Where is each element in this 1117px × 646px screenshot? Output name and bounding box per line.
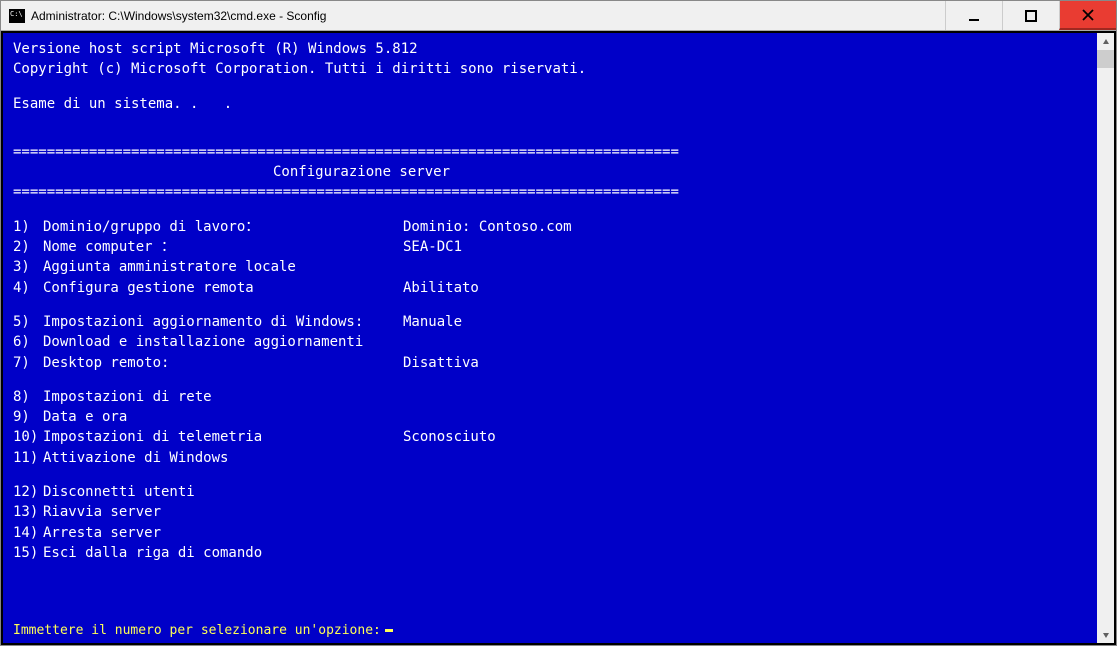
section-title: Configurazione server [273, 162, 450, 182]
divider-bottom: ========================================… [13, 182, 1087, 202]
menu-item-8: 8) Impostazioni di rete [13, 387, 1087, 407]
header-line-3: Esame di un sistema. . . [13, 94, 1087, 114]
header-line-1: Versione host script Microsoft (R) Windo… [13, 39, 1087, 59]
prompt-text: Immettere il numero per selezionare un'o… [13, 622, 381, 641]
scroll-thumb[interactable] [1097, 50, 1114, 68]
maximize-icon [1025, 10, 1037, 22]
chevron-down-icon [1102, 631, 1110, 639]
menu-item-14: 14) Arresta server [13, 523, 1087, 543]
titlebar[interactable]: Administrator: C:\Windows\system32\cmd.e… [1, 1, 1116, 31]
cmd-icon [9, 9, 25, 23]
menu-item-9: 9) Data e ora [13, 407, 1087, 427]
menu-item-11: 11) Attivazione di Windows [13, 448, 1087, 468]
header-line-2: Copyright (c) Microsoft Corporation. Tut… [13, 59, 1087, 79]
cmd-window: Administrator: C:\Windows\system32\cmd.e… [0, 0, 1117, 646]
scroll-up-button[interactable] [1097, 33, 1114, 50]
minimize-button[interactable] [945, 1, 1002, 30]
menu-item-12: 12) Disconnetti utenti [13, 482, 1087, 502]
scroll-track[interactable] [1097, 68, 1114, 626]
menu-item-5: 5) Impostazioni aggiornamento di Windows… [13, 312, 1087, 332]
menu-item-2: 2) Nome computer ： SEA-DC1 [13, 237, 1087, 257]
window-title: Administrator: C:\Windows\system32\cmd.e… [31, 9, 326, 23]
menu-item-10: 10) Impostazioni di telemetria Sconosciu… [13, 427, 1087, 447]
console-area: Versione host script Microsoft (R) Windo… [1, 31, 1116, 645]
chevron-up-icon [1102, 38, 1110, 46]
titlebar-buttons [945, 1, 1116, 31]
console-output[interactable]: Versione host script Microsoft (R) Windo… [3, 33, 1097, 643]
menu-item-1: 1) Dominio/gruppo di lavoro： Dominio: Co… [13, 217, 1087, 237]
menu-item-13: 13) Riavvia server [13, 502, 1087, 522]
maximize-button[interactable] [1002, 1, 1059, 30]
menu-item-15: 15) Esci dalla riga di comando [13, 543, 1087, 563]
vertical-scrollbar[interactable] [1097, 33, 1114, 643]
scroll-down-button[interactable] [1097, 626, 1114, 643]
close-icon [1082, 9, 1094, 21]
cursor [385, 629, 393, 632]
menu-item-4: 4) Configura gestione remota Abilitato [13, 278, 1087, 298]
menu-item-7: 7) Desktop remoto: Disattiva [13, 353, 1087, 373]
minimize-icon [968, 10, 980, 22]
divider-top: ========================================… [13, 142, 1087, 162]
close-button[interactable] [1059, 1, 1116, 30]
menu-item-6: 6) Download e installazione aggiornament… [13, 332, 1087, 352]
menu-item-3: 3) Aggiunta amministratore locale [13, 257, 1087, 277]
input-prompt[interactable]: Immettere il numero per selezionare un'o… [13, 622, 1087, 641]
